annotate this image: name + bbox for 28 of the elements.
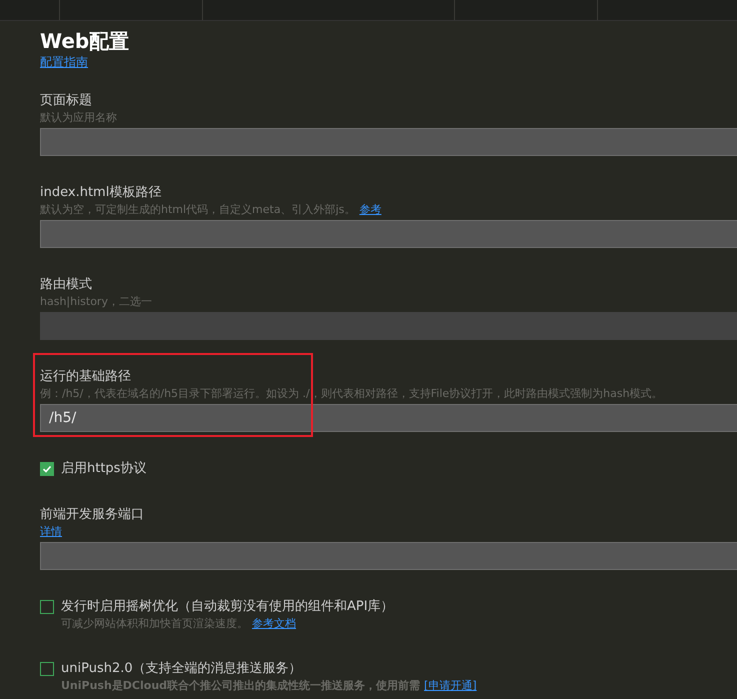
check-icon xyxy=(42,464,52,474)
input-field[interactable] xyxy=(40,220,737,248)
page-title: Web配置 xyxy=(40,28,130,54)
link[interactable]: 参考 xyxy=(359,202,382,218)
checkbox[interactable] xyxy=(40,462,54,476)
checkbox-label: uniPush2.0（支持全端的消息推送服务） xyxy=(61,660,302,678)
checkbox-label: 启用https协议 xyxy=(61,460,146,478)
input-field[interactable]: /h5/ xyxy=(40,404,737,432)
checkbox[interactable] xyxy=(40,662,54,676)
field-label: index.html模板路径 xyxy=(40,184,162,202)
field-hint: hash|history，二选一 xyxy=(40,294,152,310)
link[interactable]: [申请开通] xyxy=(424,678,477,694)
field-hint: 例：/h5/，代表在域名的/h5目录下部署运行。如设为 ./，则代表相对路径，支持File协议打开，此时路由模式强制为hash模式。 xyxy=(40,386,663,402)
checkbox[interactable] xyxy=(40,600,54,614)
field-label: 页面标题 xyxy=(40,92,93,110)
input-field[interactable] xyxy=(40,128,737,156)
field-label: 运行的基础路径 xyxy=(40,368,132,386)
checkbox-hint: 可减少网站体积和加快首页渲染速度。 xyxy=(61,616,248,632)
link[interactable]: 配置指南 xyxy=(40,55,88,69)
checkbox-label: 发行时启用摇树优化（自动裁剪没有使用的组件和API库） xyxy=(61,598,394,616)
field-label: 路由模式 xyxy=(40,276,93,294)
input-field[interactable] xyxy=(40,542,737,570)
field-label: 前端开发服务端口 xyxy=(40,506,145,524)
link[interactable]: 详情 xyxy=(40,524,62,540)
field-hint: 默认为应用名称 xyxy=(40,110,117,126)
field-hint: 默认为空，可定制生成的html代码，自定义meta、引入外部js。 xyxy=(40,202,356,218)
link[interactable]: 参考文档 xyxy=(252,616,296,632)
checkbox-hint: UniPush是DCloud联合个推公司推出的集成性统一推送服务，使用前需 xyxy=(61,678,420,694)
